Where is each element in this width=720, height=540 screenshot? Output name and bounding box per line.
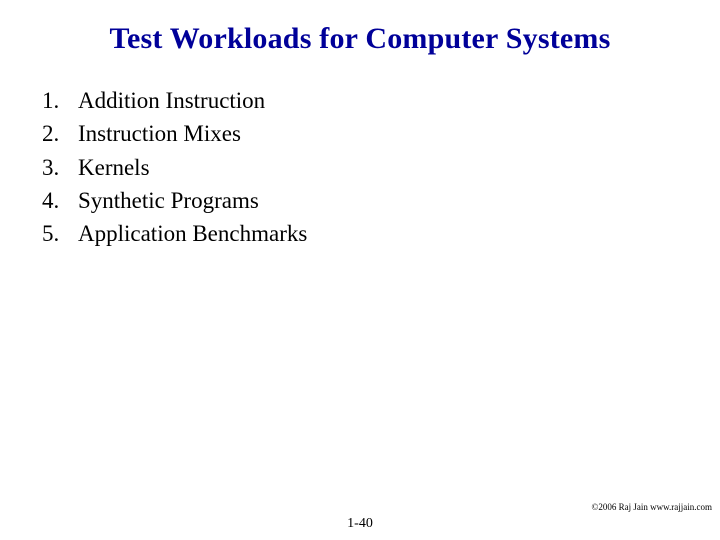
list-item: 5. Application Benchmarks [42, 217, 680, 250]
list-text: Synthetic Programs [78, 184, 680, 217]
list-text: Instruction Mixes [78, 117, 680, 150]
list-item: 3. Kernels [42, 151, 680, 184]
list-text: Addition Instruction [78, 84, 680, 117]
slide-title: Test Workloads for Computer Systems [40, 22, 680, 56]
list-number: 1. [42, 84, 78, 117]
list-item: 4. Synthetic Programs [42, 184, 680, 217]
list-text: Application Benchmarks [78, 217, 680, 250]
workloads-list: 1. Addition Instruction 2. Instruction M… [40, 84, 680, 251]
page-number: 1-40 [347, 516, 373, 532]
list-text: Kernels [78, 151, 680, 184]
list-item: 2. Instruction Mixes [42, 117, 680, 150]
list-number: 3. [42, 151, 78, 184]
copyright-text: ©2006 Raj Jain www.rajjain.com [592, 502, 712, 512]
list-item: 1. Addition Instruction [42, 84, 680, 117]
slide: Test Workloads for Computer Systems 1. A… [0, 0, 720, 540]
list-number: 2. [42, 117, 78, 150]
list-number: 4. [42, 184, 78, 217]
list-number: 5. [42, 217, 78, 250]
